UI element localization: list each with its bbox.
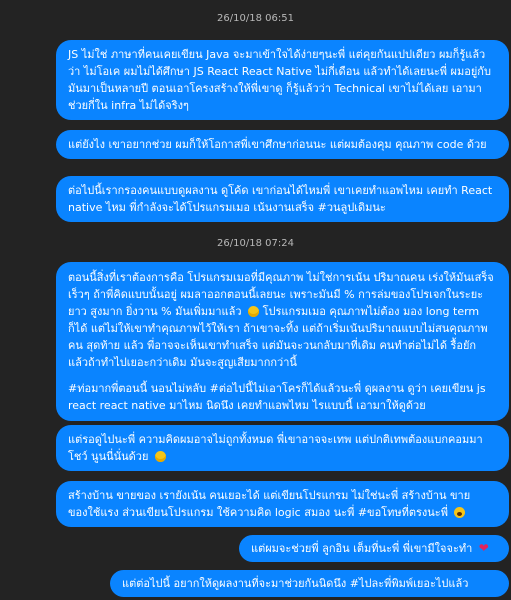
message-text: แต่รอดูไปนะพี่ ความคิดผมอาจไม่ถูกทั้งหมด… bbox=[68, 433, 483, 463]
message-text: สร้างบ้าน ขายของ เรายังเน้น คนเยอะได้ แต… bbox=[68, 489, 471, 519]
message-paragraph: ตอนนี้สิ่งที่เราต้องการคือ โปรแกรมเมอที่… bbox=[68, 269, 497, 371]
timestamp: 26/10/18 07:24 bbox=[217, 238, 294, 249]
scream-emoji-icon bbox=[454, 507, 466, 518]
message-text: แต่ต่อไปนี้ อยากให้ดูผลงานที่จะมาช่วยกัน… bbox=[122, 577, 469, 590]
message-text: แต่ยังไง เขาอยากช่วย ผมก็ให้โอกาสพี่เขาศ… bbox=[68, 138, 487, 151]
message-bubble[interactable]: แต่ยังไง เขาอยากช่วย ผมก็ให้โอกาสพี่เขาศ… bbox=[56, 130, 509, 159]
message-bubble[interactable]: JS ไม่ใช่ ภาษาที่คนเคยเขียน Java จะมาเข้… bbox=[56, 40, 509, 120]
message-text: JS ไม่ใช่ ภาษาที่คนเคยเขียน Java จะมาเข้… bbox=[68, 48, 491, 112]
grin-sweat-emoji-icon bbox=[248, 306, 260, 317]
message-bubble[interactable]: แต่ผมจะช่วยพี่ ลูกอิน เต็มที่นะพี่ พี่เข… bbox=[239, 535, 509, 562]
message-text: #ท่อมากพี่ตอนนี้ นอนไม่หลับ #ต่อไปนี้ไม่… bbox=[68, 382, 486, 412]
timestamp: 26/10/18 06:51 bbox=[217, 13, 294, 24]
message-bubble[interactable]: ต่อไปนี้เรากรองคนแบบดูผลงาน ดูโค้ด เขาก่… bbox=[56, 176, 509, 222]
message-text: แต่ผมจะช่วยพี่ ลูกอิน เต็มที่นะพี่ พี่เข… bbox=[251, 542, 473, 555]
grin-emoji-icon bbox=[154, 451, 166, 462]
message-bubble[interactable]: แต่รอดูไปนะพี่ ความคิดผมอาจไม่ถูกทั้งหมด… bbox=[56, 425, 509, 471]
message-bubble[interactable]: สร้างบ้าน ขายของ เรายังเน้น คนเยอะได้ แต… bbox=[56, 481, 509, 527]
heart-icon: ❤ bbox=[478, 541, 489, 555]
message-text: ต่อไปนี้เรากรองคนแบบดูผลงาน ดูโค้ด เขาก่… bbox=[68, 184, 493, 214]
message-bubble[interactable]: ตอนนี้สิ่งที่เราต้องการคือ โปรแกรมเมอที่… bbox=[56, 262, 509, 421]
message-bubble[interactable]: แต่ต่อไปนี้ อยากให้ดูผลงานที่จะมาช่วยกัน… bbox=[110, 570, 509, 597]
message-paragraph: #ท่อมากพี่ตอนนี้ นอนไม่หลับ #ต่อไปนี้ไม่… bbox=[68, 380, 497, 414]
chat-thread: 26/10/18 06:51 JS ไม่ใช่ ภาษาที่คนเคยเขี… bbox=[0, 0, 511, 600]
